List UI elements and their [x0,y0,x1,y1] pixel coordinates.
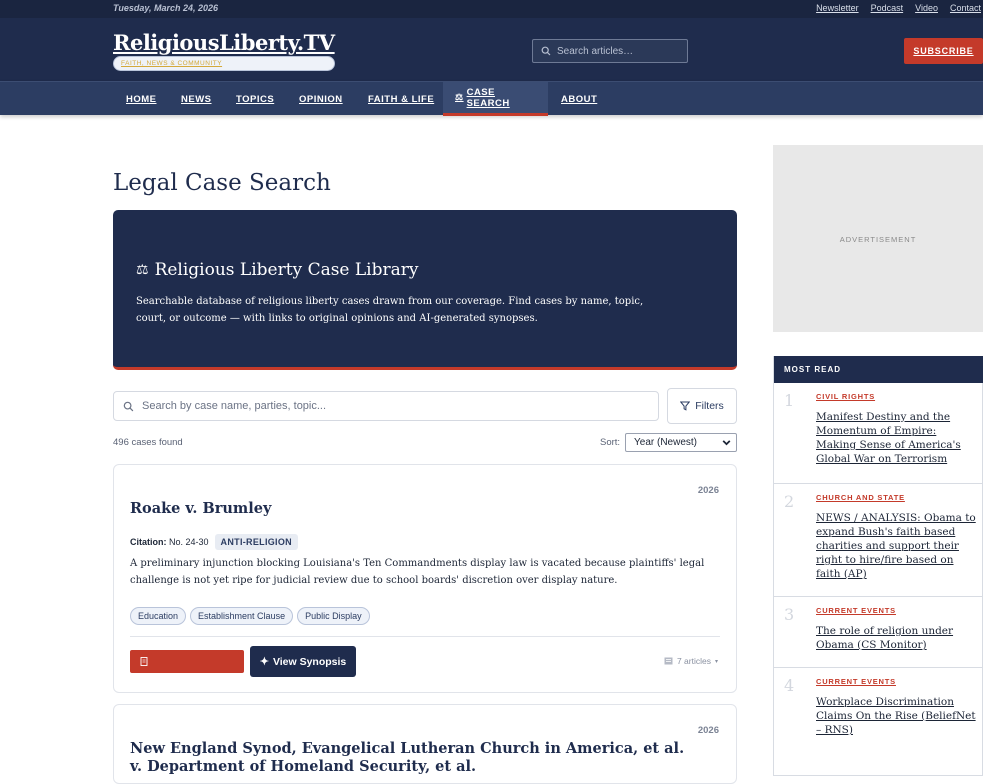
hero-description: Searchable database of religious liberty… [136,296,644,324]
logo-tagline: FAITH, NEWS & COMMUNITY [113,56,335,71]
masthead: ReligiousLiberty.TV FAITH, NEWS & COMMUN… [0,18,983,81]
article-headline-link[interactable]: Workplace Discrimination Claims On the R… [816,695,976,737]
newsletter-link[interactable]: Newsletter [816,3,859,13]
article-search-input[interactable]: Search articles… [532,39,688,63]
sort-select[interactable]: Year (Newest) [625,433,737,452]
article-category[interactable]: CHURCH AND STATE [816,493,905,502]
nav-case-search[interactable]: ⚖ CASE SEARCH [443,82,548,116]
sort-label: Sort: [600,437,621,448]
article-category[interactable]: CURRENT EVENTS [816,606,896,615]
most-read-item: 3 CURRENT EVENTS The role of religion un… [774,597,983,668]
main-nav: HOME NEWS TOPICS OPINION FAITH & LIFE ⚖ … [0,81,983,116]
nav-home[interactable]: HOME [113,82,170,116]
contact-link[interactable]: Contact [950,3,981,13]
utility-links: Newsletter Podcast Video Contact [816,3,981,13]
filters-label: Filters [695,400,724,412]
case-citation: Citation: No. 24-30 ANTI-RELIGION [130,534,298,550]
tag-education[interactable]: Education [130,607,187,625]
sparkle-icon: ✦ [259,656,269,668]
most-read-item: 2 CHURCH AND STATE NEWS / ANALYSIS: Obam… [774,484,983,597]
rank-number: 1 [784,391,795,410]
caret-down-icon: ▾ [714,658,718,665]
hero-title: ⚖ Religious Liberty Case Library [136,260,419,280]
chevron-down-icon [722,440,731,446]
newspaper-icon [664,657,673,665]
current-date: Tuesday, March 24, 2026 [113,3,219,13]
utility-bar: Tuesday, March 24, 2026 Newsletter Podca… [0,0,983,18]
view-opinion-button[interactable] [130,650,244,673]
card-divider [130,636,720,637]
case-year: 2026 [697,485,719,496]
most-read-item: 4 CURRENT EVENTS Workplace Discriminatio… [774,668,983,758]
podcast-link[interactable]: Podcast [871,3,904,13]
article-headline-link[interactable]: NEWS / ANALYSIS: Obama to expand Bush's … [816,511,976,581]
nav-news[interactable]: NEWS [168,82,225,116]
related-articles-toggle[interactable]: 7 articles ▾ [664,656,718,666]
filters-button[interactable]: Filters [667,388,737,424]
rank-number: 3 [784,605,795,624]
rank-number: 2 [784,492,795,511]
case-search-placeholder: Search by case name, parties, topic... [142,400,327,412]
nav-about[interactable]: ABOUT [548,82,610,116]
case-category-badge: ANTI-RELIGION [214,534,298,550]
article-category[interactable]: CIVIL RIGHTS [816,392,875,401]
view-synopsis-button[interactable]: ✦ View Synopsis [250,646,356,677]
sort-selected-value: Year (Newest) [634,437,697,448]
case-tags: Education Establishment Clause Public Di… [130,607,370,625]
nav-topics[interactable]: TOPICS [223,82,287,116]
article-headline-link[interactable]: The role of religion under Obama (CS Mon… [816,624,976,652]
case-search-input[interactable]: Search by case name, parties, topic... [113,391,659,421]
most-read-title: MOST READ [774,356,983,383]
case-title[interactable]: New England Synod, Evangelical Lutheran … [130,740,690,776]
citation-label: Citation: [130,537,167,547]
filter-icon [680,401,691,411]
most-read-widget: MOST READ 1 CIVIL RIGHTS Manifest Destin… [773,356,983,776]
case-title[interactable]: Roake v. Brumley [130,500,271,517]
article-search-placeholder: Search articles… [557,45,634,57]
scales-icon: ⚖ [455,92,464,102]
case-year: 2026 [697,725,719,736]
view-synopsis-label: View Synopsis [272,655,347,668]
case-library-hero: ⚖ Religious Liberty Case Library Searcha… [113,210,737,370]
scales-icon: ⚖ [136,262,149,278]
article-headline-link[interactable]: Manifest Destiny and the Momentum of Emp… [816,410,976,466]
search-icon [541,46,551,56]
results-count: 496 cases found [113,437,183,448]
most-read-item: 1 CIVIL RIGHTS Manifest Destiny and the … [774,383,983,484]
article-category[interactable]: CURRENT EVENTS [816,677,896,686]
advertisement-slot[interactable]: ADVERTISEMENT [773,145,983,332]
case-card: 2026 Roake v. Brumley Citation: No. 24-3… [113,464,737,693]
page-title: Legal Case Search [113,170,331,196]
site-logo[interactable]: ReligiousLiberty.TV FAITH, NEWS & COMMUN… [113,30,335,71]
articles-count: 7 articles [676,656,711,666]
citation-number: No. 24-30 [169,537,209,547]
search-icon [123,401,134,411]
subscribe-button[interactable]: SUBSCRIBE [904,38,983,64]
hero-title-text: Religious Liberty Case Library [154,260,419,280]
tag-establishment-clause[interactable]: Establishment Clause [190,607,294,625]
case-summary: A preliminary injunction blocking Louisi… [130,558,705,586]
tag-public-display[interactable]: Public Display [297,607,370,625]
advertisement-label: ADVERTISEMENT [839,235,917,244]
case-card: 2026 New England Synod, Evangelical Luth… [113,704,737,784]
logo-text[interactable]: ReligiousLiberty.TV [113,30,335,55]
video-link[interactable]: Video [915,3,938,13]
document-icon [140,657,148,666]
nav-case-search-label: CASE SEARCH [466,86,510,109]
nav-opinion[interactable]: OPINION [286,82,356,116]
rank-number: 4 [784,676,795,695]
nav-faith-life[interactable]: FAITH & LIFE [355,82,447,116]
